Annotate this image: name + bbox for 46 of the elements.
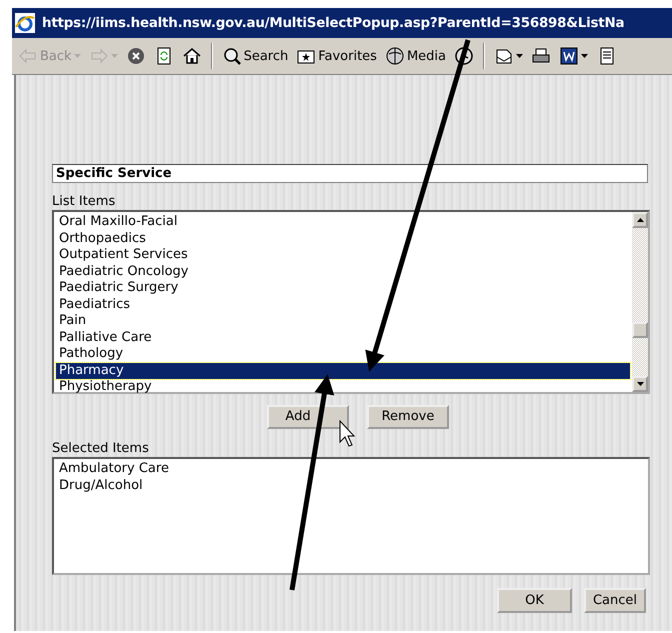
field-label: List Items: [52, 194, 116, 210]
list-item[interactable]: Pharmacy: [56, 362, 630, 379]
list-item[interactable]: Oral Maxillo-Facial: [56, 214, 630, 230]
add-button[interactable]: Add: [267, 404, 349, 428]
list-box[interactable]: Ambulatory Care Drug/Alcohol: [52, 457, 650, 575]
list-item[interactable]: Drug/Alcohol: [56, 478, 646, 494]
scroll-up-button[interactable]: [632, 212, 648, 228]
scrollbar[interactable]: [632, 212, 648, 392]
toolbar-button[interactable]: Media: [382, 44, 448, 68]
remove-button[interactable]: Remove: [367, 404, 449, 428]
browser-icon: [14, 12, 36, 34]
forward-arrow-icon: [88, 46, 109, 66]
window-title: https://iims.health.nsw.gov.au/MultiSelectPopup.asp?ParentId=356898&ListNa: [42, 16, 624, 30]
list-item[interactable]: Palliative Care: [56, 330, 630, 346]
scroll-thumb[interactable]: [632, 322, 648, 338]
caret-icon: [636, 382, 644, 386]
list-box[interactable]: Oral Maxillo-Facial Orthopaedics Outpatient Services Paediatric Oncology Paediatric Surgery Paediatrics Pain Palliative Care Pathology Pharmacy Physiotherapy: [52, 210, 650, 394]
cursor-icon: [340, 420, 356, 447]
stop-icon: [126, 46, 146, 66]
caret-icon: [110, 54, 118, 58]
caret-icon: [636, 218, 644, 222]
input-field[interactable]: Specific Service: [52, 164, 648, 183]
home-icon: [182, 46, 202, 66]
list-item[interactable]: Pathology: [56, 346, 630, 362]
list-item[interactable]: Outpatient Services: [56, 247, 630, 264]
list-item[interactable]: Paediatric Surgery: [56, 280, 630, 296]
document-icon: [559, 46, 580, 66]
list-item[interactable]: Ambulatory Care: [56, 461, 646, 478]
list-item[interactable]: Paediatric Oncology: [56, 264, 630, 280]
list-item[interactable]: Physiotherapy: [56, 379, 630, 396]
field-label: Selected Items: [52, 441, 150, 457]
cancel-button[interactable]: Cancel: [584, 588, 646, 613]
search-icon: [222, 46, 242, 66]
caret-icon: [516, 54, 524, 58]
ok-button[interactable]: OK: [497, 588, 572, 613]
scroll-down-button[interactable]: [632, 376, 648, 392]
list-item[interactable]: Orthopaedics: [56, 230, 630, 247]
list-item[interactable]: Paediatrics: [56, 296, 630, 313]
list-item[interactable]: Pain: [56, 313, 630, 330]
globe-icon: [384, 46, 405, 66]
back-arrow-icon: [18, 46, 38, 66]
toolbar-button[interactable]: Search: [220, 44, 290, 68]
caret-icon: [581, 54, 588, 58]
caret-icon: [74, 54, 81, 58]
toolbar-button[interactable]: Favorites: [294, 44, 379, 68]
history-icon: [454, 46, 474, 66]
